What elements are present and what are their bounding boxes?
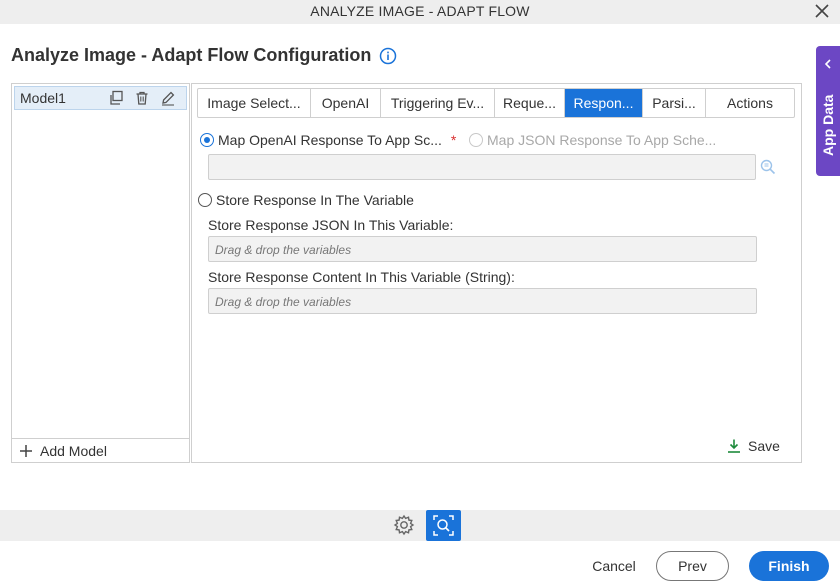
info-icon[interactable] xyxy=(379,47,397,65)
model-list-panel: Model1 Add Model xyxy=(11,83,190,463)
tab-label: Parsi... xyxy=(652,95,696,111)
app-data-label: App Data xyxy=(820,94,836,156)
map-openai-radio[interactable] xyxy=(200,133,214,147)
required-marker: * xyxy=(450,132,457,148)
page-title-row: Analyze Image - Adapt Flow Configuration xyxy=(11,45,397,66)
add-model-button[interactable]: Add Model xyxy=(12,438,189,462)
gear-icon[interactable] xyxy=(393,514,415,536)
model-list-item[interactable]: Model1 xyxy=(14,86,187,110)
json-variable-label: Store Response JSON In This Variable: xyxy=(208,217,454,233)
content-variable-label: Store Response Content In This Variable … xyxy=(208,269,515,285)
store-response-label: Store Response In The Variable xyxy=(216,192,414,208)
save-button[interactable]: Save xyxy=(726,438,780,454)
download-icon xyxy=(728,439,740,453)
save-label: Save xyxy=(748,438,780,454)
map-json-radio[interactable] xyxy=(469,133,483,147)
app-data-tab[interactable]: App Data xyxy=(816,46,840,176)
map-openai-label: Map OpenAI Response To App Sc... xyxy=(218,132,442,148)
bottom-toolbar xyxy=(0,510,840,541)
image-search-icon xyxy=(433,515,454,536)
close-icon[interactable] xyxy=(814,3,830,19)
tab-label: Actions xyxy=(727,95,773,111)
tab-triggering-events[interactable]: Triggering Ev... xyxy=(381,89,495,117)
cancel-button[interactable]: Cancel xyxy=(588,552,640,580)
content-variable-placeholder: Drag & drop the variables xyxy=(215,295,352,309)
store-response-option[interactable]: Store Response In The Variable xyxy=(198,192,414,208)
tab-label: Triggering Ev... xyxy=(390,95,485,111)
tab-label: Image Select... xyxy=(207,95,301,111)
map-json-label: Map JSON Response To App Sche... xyxy=(487,132,717,148)
plus-icon xyxy=(20,444,32,457)
search-icon[interactable] xyxy=(760,159,776,175)
tab-label: Respon... xyxy=(573,95,634,111)
copy-icon[interactable] xyxy=(108,90,124,106)
model-name: Model1 xyxy=(20,90,66,106)
tab-openai[interactable]: OpenAI xyxy=(311,89,381,117)
json-variable-placeholder: Drag & drop the variables xyxy=(215,243,352,257)
store-response-radio[interactable] xyxy=(198,193,212,207)
prev-button[interactable]: Prev xyxy=(656,551,729,581)
app-schema-field[interactable] xyxy=(208,154,756,180)
analyze-image-button[interactable] xyxy=(426,510,461,541)
trash-icon[interactable] xyxy=(134,90,150,106)
tab-parsing[interactable]: Parsi... xyxy=(643,89,706,117)
edit-icon[interactable] xyxy=(160,90,176,106)
content-variable-field[interactable]: Drag & drop the variables xyxy=(208,288,757,314)
window-titlebar: ANALYZE IMAGE - ADAPT FLOW xyxy=(0,0,840,24)
add-model-label: Add Model xyxy=(40,442,107,459)
map-openai-response-option[interactable]: Map OpenAI Response To App Sc... * xyxy=(200,132,456,148)
configuration-panel: Image Select... OpenAI Triggering Ev... … xyxy=(191,83,802,463)
tab-actions[interactable]: Actions xyxy=(706,89,794,117)
tab-image-select[interactable]: Image Select... xyxy=(198,89,311,117)
tab-label: OpenAI xyxy=(321,95,370,111)
tab-response[interactable]: Respon... xyxy=(565,89,643,117)
page-title: Analyze Image - Adapt Flow Configuration xyxy=(11,45,372,65)
tab-bar: Image Select... OpenAI Triggering Ev... … xyxy=(197,88,795,118)
json-variable-field[interactable]: Drag & drop the variables xyxy=(208,236,757,262)
finish-button[interactable]: Finish xyxy=(749,551,829,581)
tab-label: Reque... xyxy=(503,95,556,111)
map-json-response-option[interactable]: Map JSON Response To App Sche... xyxy=(469,132,716,148)
window-title: ANALYZE IMAGE - ADAPT FLOW xyxy=(310,3,530,19)
chevron-left-icon xyxy=(824,59,831,69)
tab-request[interactable]: Reque... xyxy=(495,89,565,117)
